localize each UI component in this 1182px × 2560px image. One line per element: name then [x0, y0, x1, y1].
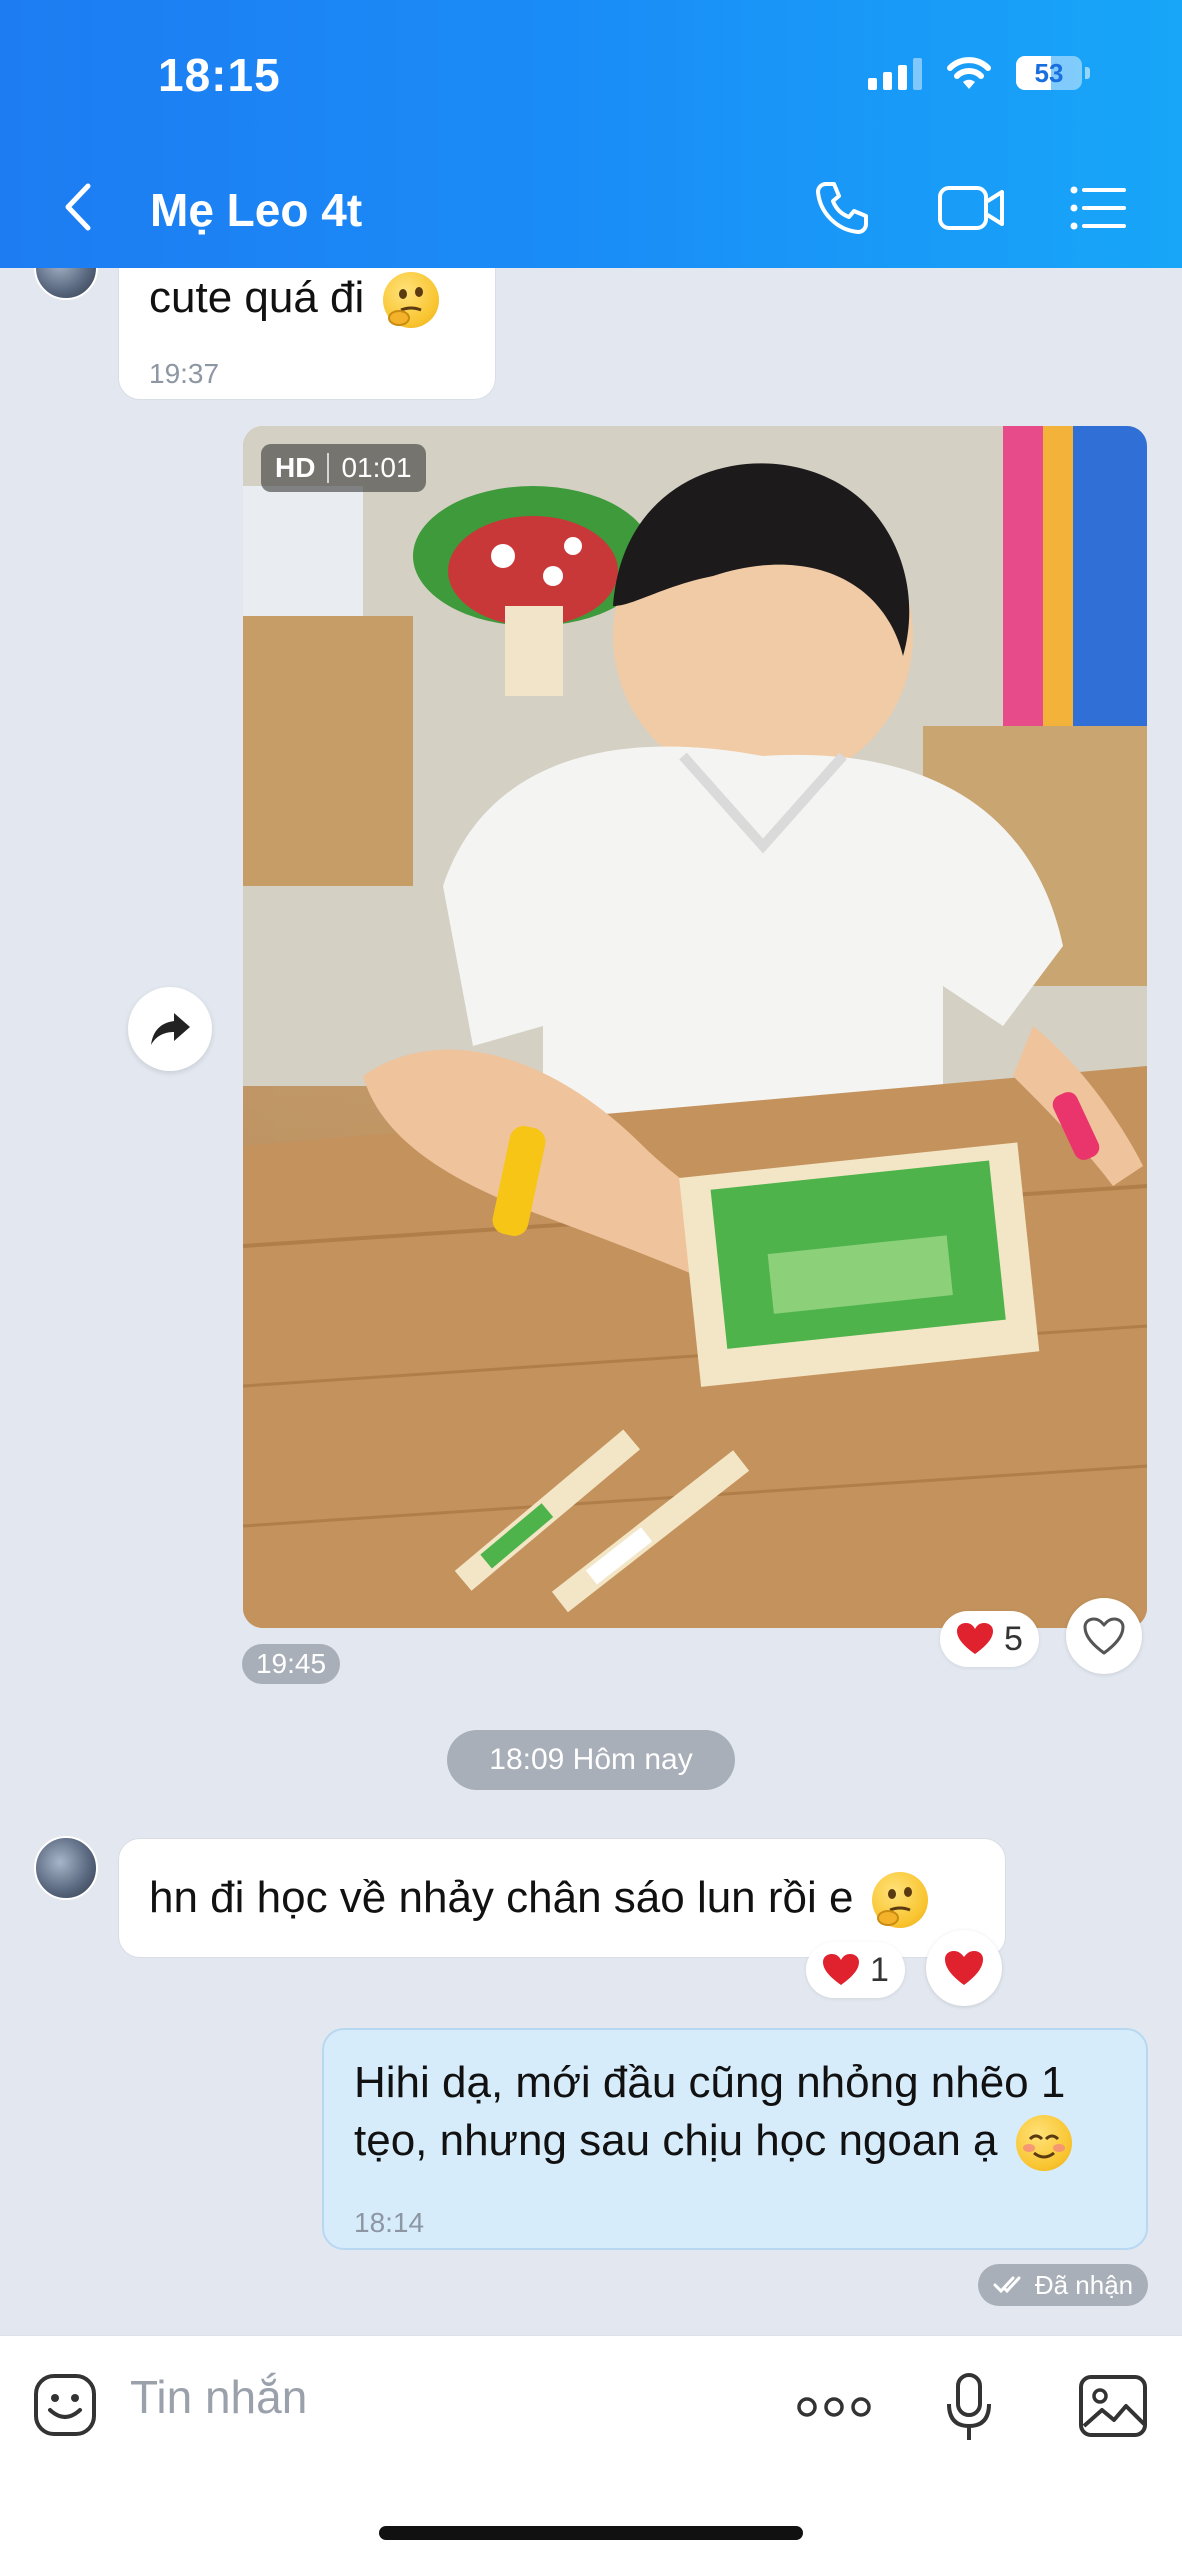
forward-arrow-icon: [151, 1013, 190, 1045]
react-button[interactable]: [926, 1930, 1002, 2006]
react-button[interactable]: [1066, 1598, 1142, 1674]
chat-header: 18:15 53 Mẹ Leo 4t: [0, 0, 1182, 268]
video-quality: HD: [275, 452, 316, 483]
image-icon[interactable]: [1078, 2374, 1148, 2438]
double-check-icon: [993, 2276, 1021, 2294]
date-divider: 18:09 Hôm nay: [447, 1730, 735, 1790]
home-indicator: [379, 2526, 803, 2540]
reaction-summary[interactable]: 5: [940, 1611, 1039, 1667]
reaction-count: 1: [870, 1950, 889, 1989]
microphone-icon[interactable]: [944, 2372, 994, 2444]
message-text: cute quá đi: [149, 273, 365, 322]
message-text-line-2: tẹo, nhưng sau chịu học ngoan ạ: [354, 2116, 998, 2165]
message-text-line-1: Hihi dạ, mới đầu cũng nhỏng nhẽo 1: [354, 2058, 1066, 2107]
battery-icon: 53: [1016, 56, 1090, 90]
video-thumbnail: [243, 426, 1147, 1628]
heart-icon: [823, 1954, 859, 1985]
smiling-face-emoji-icon: [1015, 2115, 1072, 2172]
status-time: 18:15: [158, 49, 281, 101]
video-message[interactable]: HD 01:01: [243, 426, 1147, 1628]
video-time-chip: 19:45: [242, 1644, 340, 1684]
status-icons: 53: [868, 54, 1090, 92]
conversation-title[interactable]: Mẹ Leo 4t: [150, 183, 362, 237]
back-arrow-icon[interactable]: [58, 180, 98, 234]
message-time: 19:37: [149, 358, 220, 389]
cellular-signal-icon: [868, 56, 922, 90]
delivery-status-text: Đã nhận: [1034, 2269, 1134, 2300]
incoming-message-bubble[interactable]: hn đi học về nhảy chân sáo lun rồi e: [118, 1838, 1006, 1958]
heart-icon: [957, 1623, 993, 1654]
heart-outline-icon: [1083, 1617, 1125, 1655]
thinking-face-emoji-icon: [871, 1872, 928, 1929]
more-dots-icon[interactable]: [796, 2396, 872, 2418]
reaction-summary[interactable]: 1: [806, 1942, 905, 1998]
thinking-face-emoji-icon: [382, 272, 439, 329]
sticker-icon[interactable]: [32, 2372, 98, 2438]
avatar[interactable]: [34, 1836, 98, 1900]
message-time: 18:14: [354, 2207, 425, 2238]
message-time: 19:45: [255, 1648, 327, 1679]
battery-percent: 53: [1034, 57, 1064, 88]
message-input[interactable]: Tin nhắn: [130, 2370, 307, 2424]
video-call-icon[interactable]: [936, 178, 1008, 238]
message-text: hn đi học về nhảy chân sáo lun rồi e: [149, 1873, 854, 1922]
video-duration: 01:01: [341, 452, 412, 483]
date-divider-text: 18:09 Hôm nay: [489, 1743, 693, 1776]
wifi-icon: [947, 57, 991, 89]
forward-button[interactable]: [128, 987, 212, 1071]
video-quality-badge: HD 01:01: [261, 444, 426, 492]
reaction-count: 5: [1004, 1619, 1023, 1658]
delivery-status: Đã nhận: [978, 2264, 1148, 2306]
outgoing-message-bubble[interactable]: Hihi dạ, mới đầu cũng nhỏng nhẽo 1 tẹo, …: [322, 2028, 1148, 2250]
menu-list-icon[interactable]: [1068, 178, 1128, 238]
heart-icon: [945, 1951, 983, 1985]
phone-icon[interactable]: [812, 178, 872, 238]
